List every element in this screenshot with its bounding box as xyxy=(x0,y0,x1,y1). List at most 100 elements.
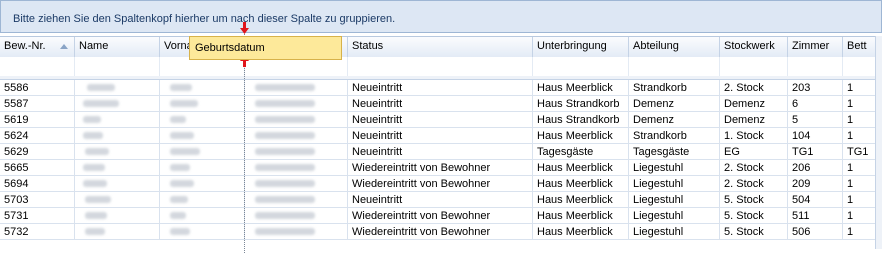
dragged-column-header[interactable]: Geburtsdatum xyxy=(189,36,342,60)
column-header-zimmer[interactable]: Zimmer xyxy=(788,37,843,57)
filter-row[interactable] xyxy=(0,57,882,77)
cell-geburtsdatum[interactable] xyxy=(245,112,348,128)
cell-unterbringung[interactable]: Tagesgäste xyxy=(533,144,629,160)
cell-unterbringung[interactable]: Haus Meerblick xyxy=(533,160,629,176)
cell-stockwerk[interactable]: 5. Stock xyxy=(720,208,788,224)
filter-cell[interactable] xyxy=(348,57,533,76)
cell-status[interactable]: Wiedereintritt von Bewohner xyxy=(348,176,533,192)
cell-zimmer[interactable]: 504 xyxy=(788,192,843,208)
cell-bew-nr[interactable]: 5619 xyxy=(0,112,75,128)
cell-zimmer[interactable]: 6 xyxy=(788,96,843,112)
cell-bew-nr[interactable]: 5624 xyxy=(0,128,75,144)
cell-abteilung[interactable]: Demenz xyxy=(629,96,720,112)
cell-bew-nr[interactable]: 5665 xyxy=(0,160,75,176)
cell-abteilung[interactable]: Liegestuhl xyxy=(629,224,720,240)
cell-status[interactable]: Wiedereintritt von Bewohner xyxy=(348,160,533,176)
cell-name[interactable] xyxy=(75,112,160,128)
column-header-abteilung[interactable]: Abteilung xyxy=(629,37,720,57)
cell-stockwerk[interactable]: 2. Stock xyxy=(720,80,788,96)
vertical-scrollbar[interactable] xyxy=(875,36,882,249)
cell-geburtsdatum[interactable] xyxy=(245,144,348,160)
cell-stockwerk[interactable]: 5. Stock xyxy=(720,192,788,208)
cell-unterbringung[interactable]: Haus Meerblick xyxy=(533,128,629,144)
cell-zimmer[interactable]: 209 xyxy=(788,176,843,192)
cell-name[interactable] xyxy=(75,208,160,224)
cell-name[interactable] xyxy=(75,160,160,176)
table-row[interactable]: 5665 Wiedereintritt von Bewohner Haus Meer… xyxy=(0,160,882,176)
cell-unterbringung[interactable]: Haus Meerblick xyxy=(533,80,629,96)
table-row[interactable]: 5624 Neueintritt Haus Meerblick Strandkorb 1… xyxy=(0,128,882,144)
table-row[interactable]: 5731 Wiedereintritt von Bewohner Haus Meer… xyxy=(0,208,882,224)
cell-vorname[interactable] xyxy=(160,176,245,192)
cell-vorname[interactable] xyxy=(160,192,245,208)
cell-unterbringung[interactable]: Haus Meerblick xyxy=(533,176,629,192)
cell-bew-nr[interactable]: 5694 xyxy=(0,176,75,192)
cell-zimmer[interactable]: 104 xyxy=(788,128,843,144)
filter-cell[interactable] xyxy=(533,57,629,76)
cell-name[interactable] xyxy=(75,192,160,208)
cell-geburtsdatum[interactable] xyxy=(245,208,348,224)
cell-stockwerk[interactable]: Demenz xyxy=(720,112,788,128)
cell-zimmer[interactable]: 5 xyxy=(788,112,843,128)
cell-geburtsdatum[interactable] xyxy=(245,176,348,192)
cell-abteilung[interactable]: Liegestuhl xyxy=(629,192,720,208)
cell-geburtsdatum[interactable] xyxy=(245,128,348,144)
cell-geburtsdatum[interactable] xyxy=(245,160,348,176)
cell-unterbringung[interactable]: Haus Meerblick xyxy=(533,208,629,224)
cell-vorname[interactable] xyxy=(160,160,245,176)
cell-stockwerk[interactable]: EG xyxy=(720,144,788,160)
cell-vorname[interactable] xyxy=(160,208,245,224)
cell-stockwerk[interactable]: 1. Stock xyxy=(720,128,788,144)
cell-status[interactable]: Neueintritt xyxy=(348,192,533,208)
cell-abteilung[interactable]: Tagesgäste xyxy=(629,144,720,160)
cell-name[interactable] xyxy=(75,176,160,192)
cell-status[interactable]: Neueintritt xyxy=(348,144,533,160)
cell-stockwerk[interactable]: Demenz xyxy=(720,96,788,112)
table-row[interactable]: 5694 Wiedereintritt von Bewohner Haus Meer… xyxy=(0,176,882,192)
cell-name[interactable] xyxy=(75,96,160,112)
table-row[interactable]: 5732 Wiedereintritt von Bewohner Haus Meer… xyxy=(0,224,882,240)
cell-geburtsdatum[interactable] xyxy=(245,96,348,112)
cell-status[interactable]: Neueintritt xyxy=(348,128,533,144)
cell-vorname[interactable] xyxy=(160,144,245,160)
cell-name[interactable] xyxy=(75,80,160,96)
cell-bew-nr[interactable]: 5587 xyxy=(0,96,75,112)
cell-zimmer[interactable]: TG1 xyxy=(788,144,843,160)
column-header-unterbringung[interactable]: Unterbringung xyxy=(533,37,629,57)
cell-name[interactable] xyxy=(75,128,160,144)
table-row[interactable]: 5619 Neueintritt Haus Strandkorb Demenz Deme… xyxy=(0,112,882,128)
cell-vorname[interactable] xyxy=(160,112,245,128)
table-row[interactable]: 5703 Neueintritt Haus Meerblick Liegestuhl 5… xyxy=(0,192,882,208)
column-header-name[interactable]: Name xyxy=(75,37,160,57)
cell-bew-nr[interactable]: 5629 xyxy=(0,144,75,160)
cell-name[interactable] xyxy=(75,224,160,240)
table-row[interactable]: 5586 Neueintritt Haus Meerblick Strandkorb 2… xyxy=(0,80,882,96)
cell-status[interactable]: Wiedereintritt von Bewohner xyxy=(348,224,533,240)
cell-vorname[interactable] xyxy=(160,80,245,96)
filter-cell[interactable] xyxy=(788,57,843,76)
cell-vorname[interactable] xyxy=(160,224,245,240)
cell-zimmer[interactable]: 206 xyxy=(788,160,843,176)
filter-cell[interactable] xyxy=(720,57,788,76)
cell-status[interactable]: Wiedereintritt von Bewohner xyxy=(348,208,533,224)
cell-bew-nr[interactable]: 5586 xyxy=(0,80,75,96)
cell-status[interactable]: Neueintritt xyxy=(348,80,533,96)
cell-zimmer[interactable]: 203 xyxy=(788,80,843,96)
table-row[interactable]: 5629 Neueintritt Tagesgäste Tagesgäste EG TG1… xyxy=(0,144,882,160)
column-header-stockwerk[interactable]: Stockwerk xyxy=(720,37,788,57)
cell-bew-nr[interactable]: 5703 xyxy=(0,192,75,208)
cell-geburtsdatum[interactable] xyxy=(245,192,348,208)
cell-unterbringung[interactable]: Haus Strandkorb xyxy=(533,112,629,128)
group-by-panel[interactable]: Bitte ziehen Sie den Spaltenkopf hierher… xyxy=(0,0,882,33)
cell-bew-nr[interactable]: 5732 xyxy=(0,224,75,240)
cell-name[interactable] xyxy=(75,144,160,160)
cell-status[interactable]: Neueintritt xyxy=(348,112,533,128)
filter-cell[interactable] xyxy=(75,57,160,76)
cell-geburtsdatum[interactable] xyxy=(245,80,348,96)
cell-vorname[interactable] xyxy=(160,128,245,144)
cell-zimmer[interactable]: 511 xyxy=(788,208,843,224)
cell-stockwerk[interactable]: 5. Stock xyxy=(720,224,788,240)
filter-cell[interactable] xyxy=(0,57,75,76)
cell-abteilung[interactable]: Demenz xyxy=(629,112,720,128)
cell-bew-nr[interactable]: 5731 xyxy=(0,208,75,224)
